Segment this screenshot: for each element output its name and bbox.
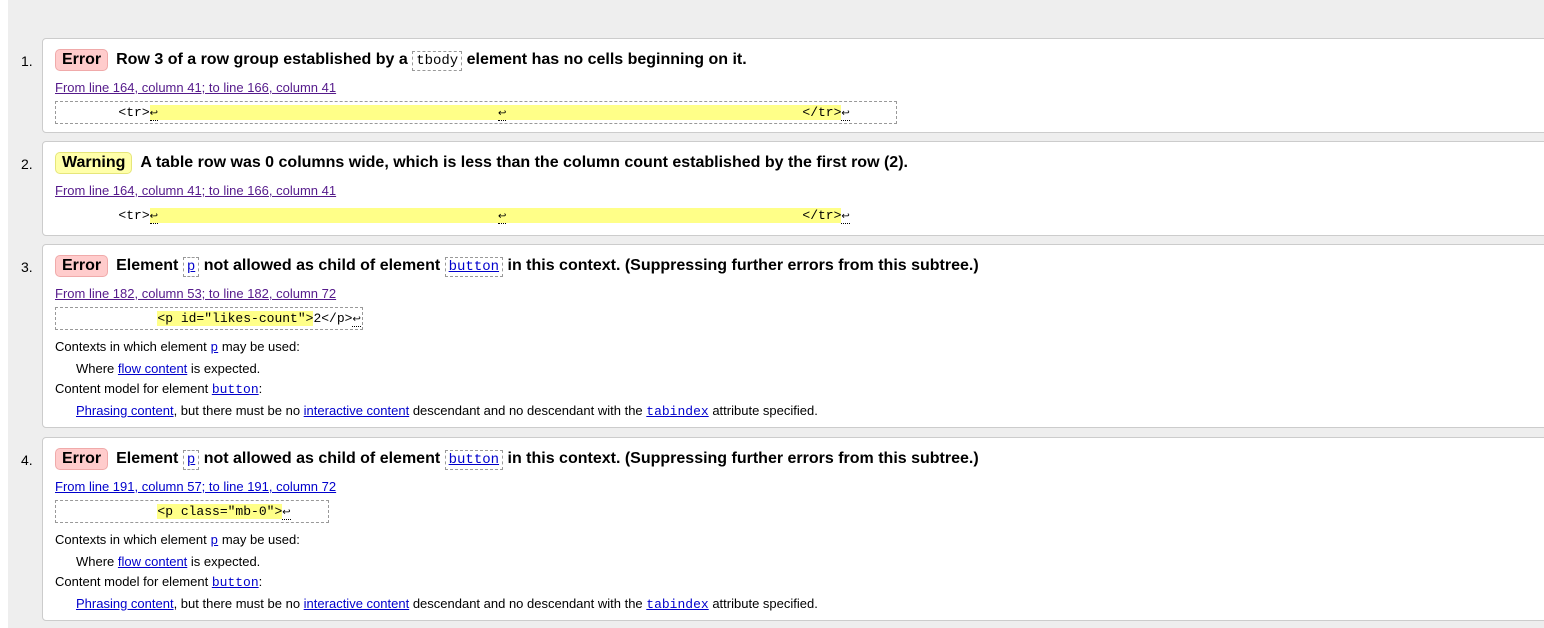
message-number: 2. (21, 156, 33, 172)
line-feed-icon: ↩ (498, 109, 507, 121)
message-text: not allowed as child of element (203, 257, 441, 274)
message-title: Error Element p not allowed as child of e… (55, 448, 979, 470)
code-extract: <tr>↩ ↩ </tr>↩ (55, 204, 851, 227)
message-error-4: 4. Error Element p not allowed as child o… (21, 437, 1544, 621)
line-feed-icon: ↩ (498, 212, 507, 224)
line-feed-icon: ↩ (149, 109, 159, 121)
message-text: in this context. (Suppressing further er… (507, 257, 979, 274)
code-tbody: tbody (412, 51, 463, 71)
location-link[interactable]: From line 164, column 41; to line 166, c… (55, 183, 336, 198)
element-p-link[interactable]: p (187, 452, 195, 468)
message-text: A table row was 0 columns wide, which is… (140, 154, 908, 171)
error-badge: Error (55, 49, 109, 71)
phrasing-content-link[interactable]: Phrasing content (76, 596, 174, 611)
interactive-content-link[interactable]: interactive content (304, 403, 410, 418)
message-number: 1. (21, 53, 33, 69)
location-link[interactable]: From line 191, column 57; to line 191, c… (55, 479, 336, 494)
validator-results: 1. Error Row 3 of a row group established… (8, 0, 1544, 628)
code-extract: <p class="mb-0">↩ (55, 500, 329, 523)
message-error-1: 1. Error Row 3 of a row group established… (21, 38, 1544, 133)
element-p-link[interactable]: p (187, 259, 195, 275)
message-title: Error Element p not allowed as child of e… (55, 255, 979, 277)
location-link[interactable]: From line 164, column 41; to line 166, c… (55, 80, 336, 95)
element-button-link[interactable]: button (212, 382, 259, 397)
phrasing-content-link[interactable]: Phrasing content (76, 403, 174, 418)
message-text: Element (116, 257, 179, 274)
extract-highlight: ↩ ↩ </tr> (149, 105, 842, 121)
error-badge: Error (55, 255, 109, 277)
flow-content-link[interactable]: flow content (118, 361, 187, 376)
interactive-content-link[interactable]: interactive content (304, 596, 410, 611)
line-feed-icon: ↩ (282, 508, 291, 520)
extract-text (56, 504, 157, 519)
element-button-link[interactable]: button (449, 452, 499, 468)
extract-text: <tr> (56, 105, 150, 120)
message-text: Element (116, 450, 179, 467)
code-extract: <tr>↩ ↩ </tr>↩ (55, 101, 897, 124)
element-p-link[interactable]: p (210, 533, 218, 548)
extract-text: </tr> (802, 208, 842, 223)
message-warning-2: 2. Warning A table row was 0 columns wide… (21, 141, 1544, 236)
context-info: Contexts in which element p may be used:… (55, 532, 818, 612)
line-feed-icon: ↩ (352, 315, 361, 327)
tabindex-link[interactable]: tabindex (646, 597, 708, 612)
element-p-link[interactable]: p (210, 340, 218, 355)
message-text: Row 3 of a row group established by a (116, 51, 408, 68)
location-link[interactable]: From line 182, column 53; to line 182, c… (55, 286, 336, 301)
extract-text: <tr> (56, 208, 150, 223)
message-text: in this context. (Suppressing further er… (507, 450, 979, 467)
line-feed-icon: ↩ (149, 212, 159, 224)
extract-highlight: <p id="likes-count"> (157, 311, 314, 326)
element-button-link[interactable]: button (212, 575, 259, 590)
extract-highlight: ↩ ↩ </tr> (149, 208, 842, 224)
message-title: Warning A table row was 0 columns wide, w… (55, 152, 908, 174)
context-info: Contexts in which element p may be used:… (55, 339, 818, 419)
error-badge: Error (55, 448, 109, 470)
extract-text: </tr> (802, 105, 842, 120)
code-extract: <p id="likes-count">2</p>↩ (55, 307, 363, 330)
message-number: 3. (21, 259, 33, 275)
tabindex-link[interactable]: tabindex (646, 404, 708, 419)
message-title: Error Row 3 of a row group established by… (55, 49, 747, 71)
line-feed-icon: ↩ (841, 212, 850, 224)
message-number: 4. (21, 452, 33, 468)
extract-text: 2</p> (313, 311, 353, 326)
line-feed-icon: ↩ (841, 109, 850, 121)
message-text: not allowed as child of element (203, 450, 441, 467)
message-error-3: 3. Error Element p not allowed as child o… (21, 244, 1544, 428)
flow-content-link[interactable]: flow content (118, 554, 187, 569)
warning-badge: Warning (55, 152, 133, 174)
element-button-link[interactable]: button (449, 259, 499, 275)
message-text: element has no cells beginning on it. (466, 51, 747, 68)
extract-highlight: <p class="mb-0"> (157, 504, 283, 519)
extract-text (56, 311, 157, 326)
